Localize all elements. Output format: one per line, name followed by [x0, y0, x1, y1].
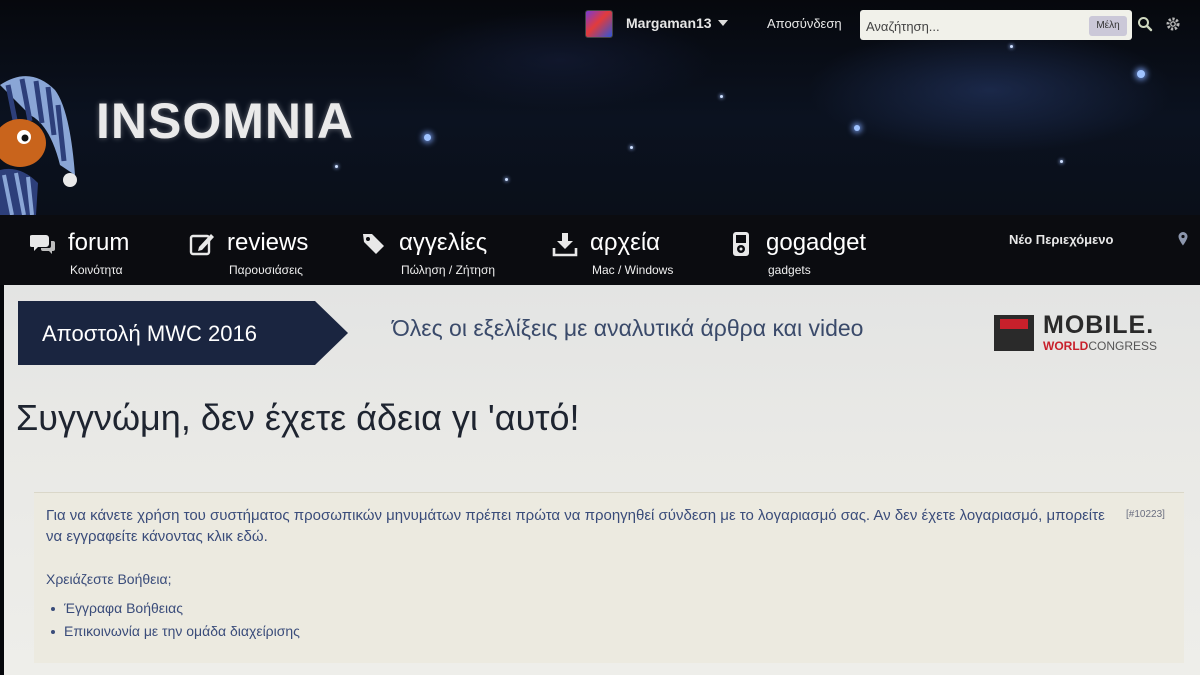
banner-label: Αποστολή MWC 2016 [42, 321, 257, 346]
nav-subtitle: Κοινότητα [70, 263, 123, 277]
nav-subtitle: Πώληση / Ζήτηση [401, 263, 496, 277]
error-code: [#10223] [1126, 509, 1165, 520]
error-message-box: Για να κάνετε χρήση του συστήματος προσω… [34, 492, 1184, 663]
star-decoration [335, 165, 338, 168]
page-title: Συγγνώμη, δεν έχετε άδεια γι 'αυτό! [16, 397, 580, 438]
star-decoration [505, 178, 508, 181]
contact-admins-link[interactable]: Επικοινωνία με την ομάδα διαχείρισης [46, 620, 300, 643]
logout-link[interactable]: Αποσύνδεση [767, 16, 842, 31]
mwc-logo-text: MOBILE. [1043, 311, 1155, 339]
new-content-link[interactable]: Νέο Περιεχόμενο [1009, 232, 1113, 247]
star-decoration [630, 146, 633, 149]
banner-arrow: Αποστολή MWC 2016 [18, 301, 348, 365]
avatar[interactable] [585, 10, 613, 38]
star-decoration [1137, 70, 1145, 78]
help-links: Έγγραφα Βοήθειας Επικοινωνία με την ομάδ… [46, 597, 300, 643]
nav-title: αρχεία [590, 229, 661, 256]
site-header: Margaman13 Αποσύνδεση Μέλη INSOMNIA [0, 0, 1200, 215]
nav-title: forum [68, 229, 130, 256]
star-decoration [1010, 45, 1013, 48]
main-nav: forum Κοινότητα reviews Παρουσιάσεις αγγ… [0, 215, 1200, 285]
gsma-logo [994, 315, 1034, 351]
edit-icon [189, 234, 214, 256]
star-decoration [720, 95, 723, 98]
main-content: Αποστολή MWC 2016 Όλες οι εξελίξεις με α… [4, 285, 1200, 675]
nav-title: αγγελίες [399, 229, 488, 256]
nav-title: reviews [227, 229, 309, 256]
banner-tagline: Όλες οι εξελίξεις με αναλυτικά άρθρα και… [392, 315, 864, 341]
chat-bubbles-icon [30, 235, 55, 254]
mascot-logo[interactable] [0, 65, 85, 215]
mwc-congress-text: CONGRESS [1088, 339, 1158, 353]
mwc-logo-subtext: WORLDCONGRESS [1043, 339, 1157, 353]
search-input[interactable] [864, 14, 1083, 38]
mwc-banner[interactable]: Αποστολή MWC 2016 Όλες οι εξελίξεις με α… [18, 301, 1184, 365]
search-icon[interactable] [1136, 15, 1154, 33]
gear-icon[interactable] [1164, 15, 1182, 33]
star-decoration [1060, 160, 1063, 163]
map-pin-icon[interactable] [1177, 231, 1189, 247]
help-label: Χρειάζεστε Βοήθεια; [46, 571, 172, 587]
nav-subtitle: Mac / Windows [592, 263, 674, 277]
site-logo-text[interactable]: INSOMNIA [96, 92, 354, 150]
star-decoration [424, 134, 431, 141]
chevron-down-icon[interactable] [718, 20, 728, 26]
nav-subtitle: gadgets [768, 263, 811, 277]
tags-icon [363, 234, 384, 254]
error-message: Για να κάνετε χρήση του συστήματος προσω… [46, 507, 1105, 545]
help-docs-link[interactable]: Έγγραφα Βοήθειας [46, 597, 300, 620]
nav-title: gogadget [766, 229, 867, 256]
star-decoration [854, 125, 860, 131]
search-scope-button[interactable]: Μέλη [1089, 16, 1127, 36]
mwc-world-text: WORLD [1043, 339, 1089, 353]
download-icon [552, 233, 578, 257]
ipod-icon [733, 232, 749, 256]
username[interactable]: Margaman13 [626, 15, 712, 31]
nav-subtitle: Παρουσιάσεις [229, 263, 303, 277]
